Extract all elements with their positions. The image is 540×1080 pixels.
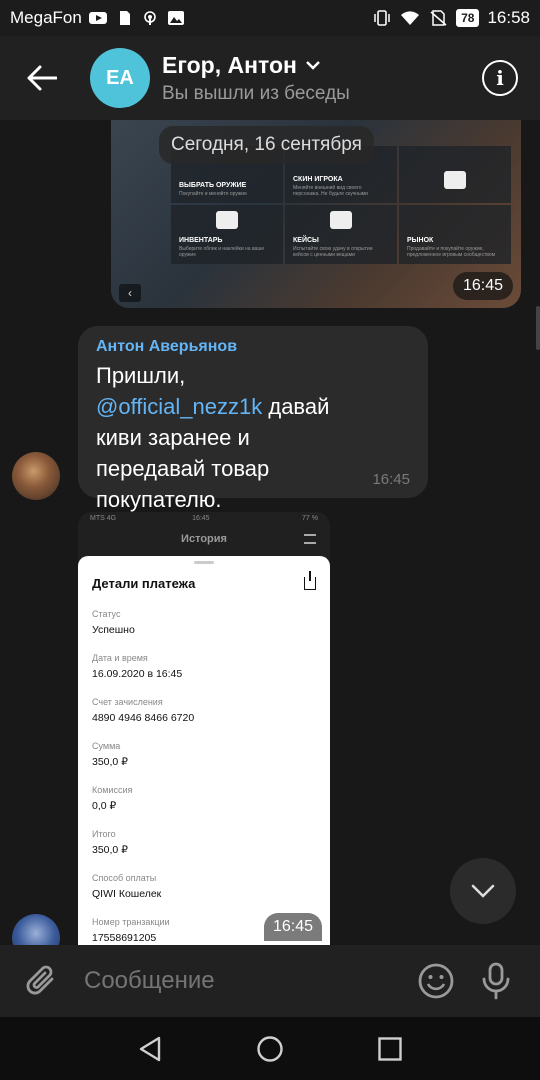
game-tile bbox=[399, 146, 511, 203]
message-time: 16:45 bbox=[372, 471, 410, 488]
voice-record-button[interactable] bbox=[466, 945, 526, 1017]
chevron-left-icon: ‹ bbox=[119, 284, 141, 302]
chevron-down-icon bbox=[471, 884, 495, 898]
chat-header: EA Егор, Антон Вы вышли из беседы i bbox=[0, 36, 540, 120]
detail-field: Итого 350,0 ₽ bbox=[92, 829, 128, 856]
game-tile: ИНВЕНТАРЬ Выберите облик и наклейки на ва… bbox=[171, 205, 283, 264]
chat-area[interactable]: ВЫБРАТЬ ОРУЖИЕ Покупайте и меняйте оружие… bbox=[0, 120, 540, 945]
back-triangle-icon[interactable] bbox=[137, 1035, 163, 1063]
youtube-icon bbox=[88, 12, 107, 24]
detail-field: Комиссия 0,0 ₽ bbox=[92, 785, 133, 812]
wifi-icon bbox=[401, 11, 420, 25]
payment-details-sheet: Детали платежа Статус Успешно Дата и врем… bbox=[78, 556, 330, 945]
message-bubble[interactable]: Антон Аверьянов Пришли, @official_nezz1k… bbox=[78, 326, 428, 512]
carrier-label: MegaFon bbox=[10, 8, 82, 27]
chevron-down-icon bbox=[306, 61, 320, 70]
clock: 16:58 bbox=[487, 8, 530, 27]
detail-field: Счет зачисления 4890 4946 8466 6720 bbox=[92, 697, 195, 724]
backpack-icon bbox=[216, 211, 238, 229]
detail-field: Статус Успешно bbox=[92, 609, 135, 636]
image-time: 16:45 bbox=[263, 913, 322, 941]
system-navigation-bar bbox=[0, 1017, 540, 1080]
case-icon bbox=[330, 211, 352, 229]
info-button[interactable]: i bbox=[482, 60, 518, 96]
hotspot-icon bbox=[144, 11, 156, 25]
payment-screenshot-image[interactable]: MTS 4G 16:45 77 % История Детали платежа… bbox=[78, 512, 330, 945]
sheet-handle bbox=[194, 561, 214, 564]
filter-icon bbox=[304, 534, 316, 544]
detail-field: Дата и время 16.09.2020 в 16:45 bbox=[92, 653, 183, 680]
sheet-title: Детали платежа bbox=[92, 576, 196, 591]
scroll-down-button[interactable] bbox=[450, 858, 516, 924]
message-text: Пришли, @official_nezz1k давай киви зара… bbox=[96, 363, 330, 512]
home-circle-icon[interactable] bbox=[256, 1035, 284, 1063]
gallery-icon bbox=[167, 11, 184, 25]
scrollbar[interactable] bbox=[536, 306, 540, 350]
chat-title: Егор, Антон bbox=[162, 51, 297, 78]
message-input-bar bbox=[0, 945, 540, 1017]
chat-title-block[interactable]: Егор, Антон Вы вышли из беседы bbox=[162, 52, 482, 105]
embedded-nav-bar: История bbox=[78, 524, 330, 554]
back-button[interactable] bbox=[0, 36, 84, 120]
attach-button[interactable] bbox=[0, 945, 84, 1017]
sender-avatar[interactable] bbox=[12, 452, 60, 500]
recents-square-icon[interactable] bbox=[377, 1036, 403, 1062]
battery-indicator: 78 bbox=[456, 9, 480, 27]
group-avatar[interactable]: EA bbox=[90, 48, 150, 108]
date-separator: Сегодня, 16 сентября bbox=[159, 126, 374, 164]
no-sim-icon bbox=[430, 10, 447, 26]
mention-link[interactable]: @official_nezz1k bbox=[96, 394, 262, 419]
paperclip-icon bbox=[26, 965, 54, 995]
emoji-button[interactable] bbox=[406, 945, 466, 1017]
mic-icon bbox=[482, 962, 510, 1000]
game-tile: РЫНОК Продавайте и покупайте оружие, пред… bbox=[399, 205, 511, 264]
image-time: 16:45 bbox=[452, 272, 513, 300]
status-bar: MegaFon 78 16:58 bbox=[0, 0, 540, 36]
detail-field: Способ оплаты QIWI Кошелек bbox=[92, 873, 162, 900]
sim-card-icon bbox=[119, 11, 130, 25]
share-icon bbox=[304, 571, 316, 590]
chat-subtitle: Вы вышли из беседы bbox=[162, 82, 350, 104]
info-icon: i bbox=[496, 66, 504, 90]
sender-avatar[interactable] bbox=[12, 914, 60, 945]
embedded-status-bar: MTS 4G 16:45 77 % bbox=[90, 514, 318, 522]
sender-name[interactable]: Антон Аверьянов bbox=[96, 338, 410, 356]
message-input[interactable] bbox=[84, 967, 406, 995]
game-tile: КЕЙСЫ Испытайте свою удачу в открытии кей… bbox=[285, 205, 397, 264]
shop-icon bbox=[444, 171, 466, 189]
arrow-left-icon bbox=[27, 65, 57, 91]
emoji-icon bbox=[418, 963, 454, 999]
detail-field: Сумма 350,0 ₽ bbox=[92, 741, 128, 768]
vibrate-icon bbox=[374, 10, 390, 26]
